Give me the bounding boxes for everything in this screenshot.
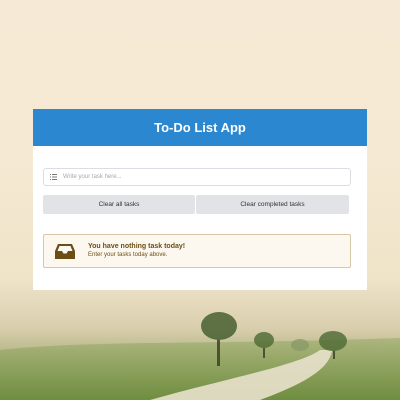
app-header: To-Do List App <box>33 109 367 146</box>
empty-state-text: You have nothing task today! Enter your … <box>88 242 185 260</box>
app-title: To-Do List App <box>154 120 246 135</box>
inbox-icon <box>52 243 78 259</box>
task-input[interactable]: Write your task here... <box>43 168 351 186</box>
empty-state-notice: You have nothing task today! Enter your … <box>43 234 351 268</box>
list-icon <box>47 174 59 180</box>
clear-completed-tasks-button[interactable]: Clear completed tasks <box>196 195 349 214</box>
task-input-placeholder: Write your task here... <box>63 174 122 180</box>
todo-app-window: To-Do List App Write your task here... C… <box>33 109 367 290</box>
clear-all-tasks-button[interactable]: Clear all tasks <box>43 195 195 214</box>
empty-state-title: You have nothing task today! <box>88 243 186 250</box>
empty-state-subtitle: Enter your tasks today above. <box>88 252 168 258</box>
